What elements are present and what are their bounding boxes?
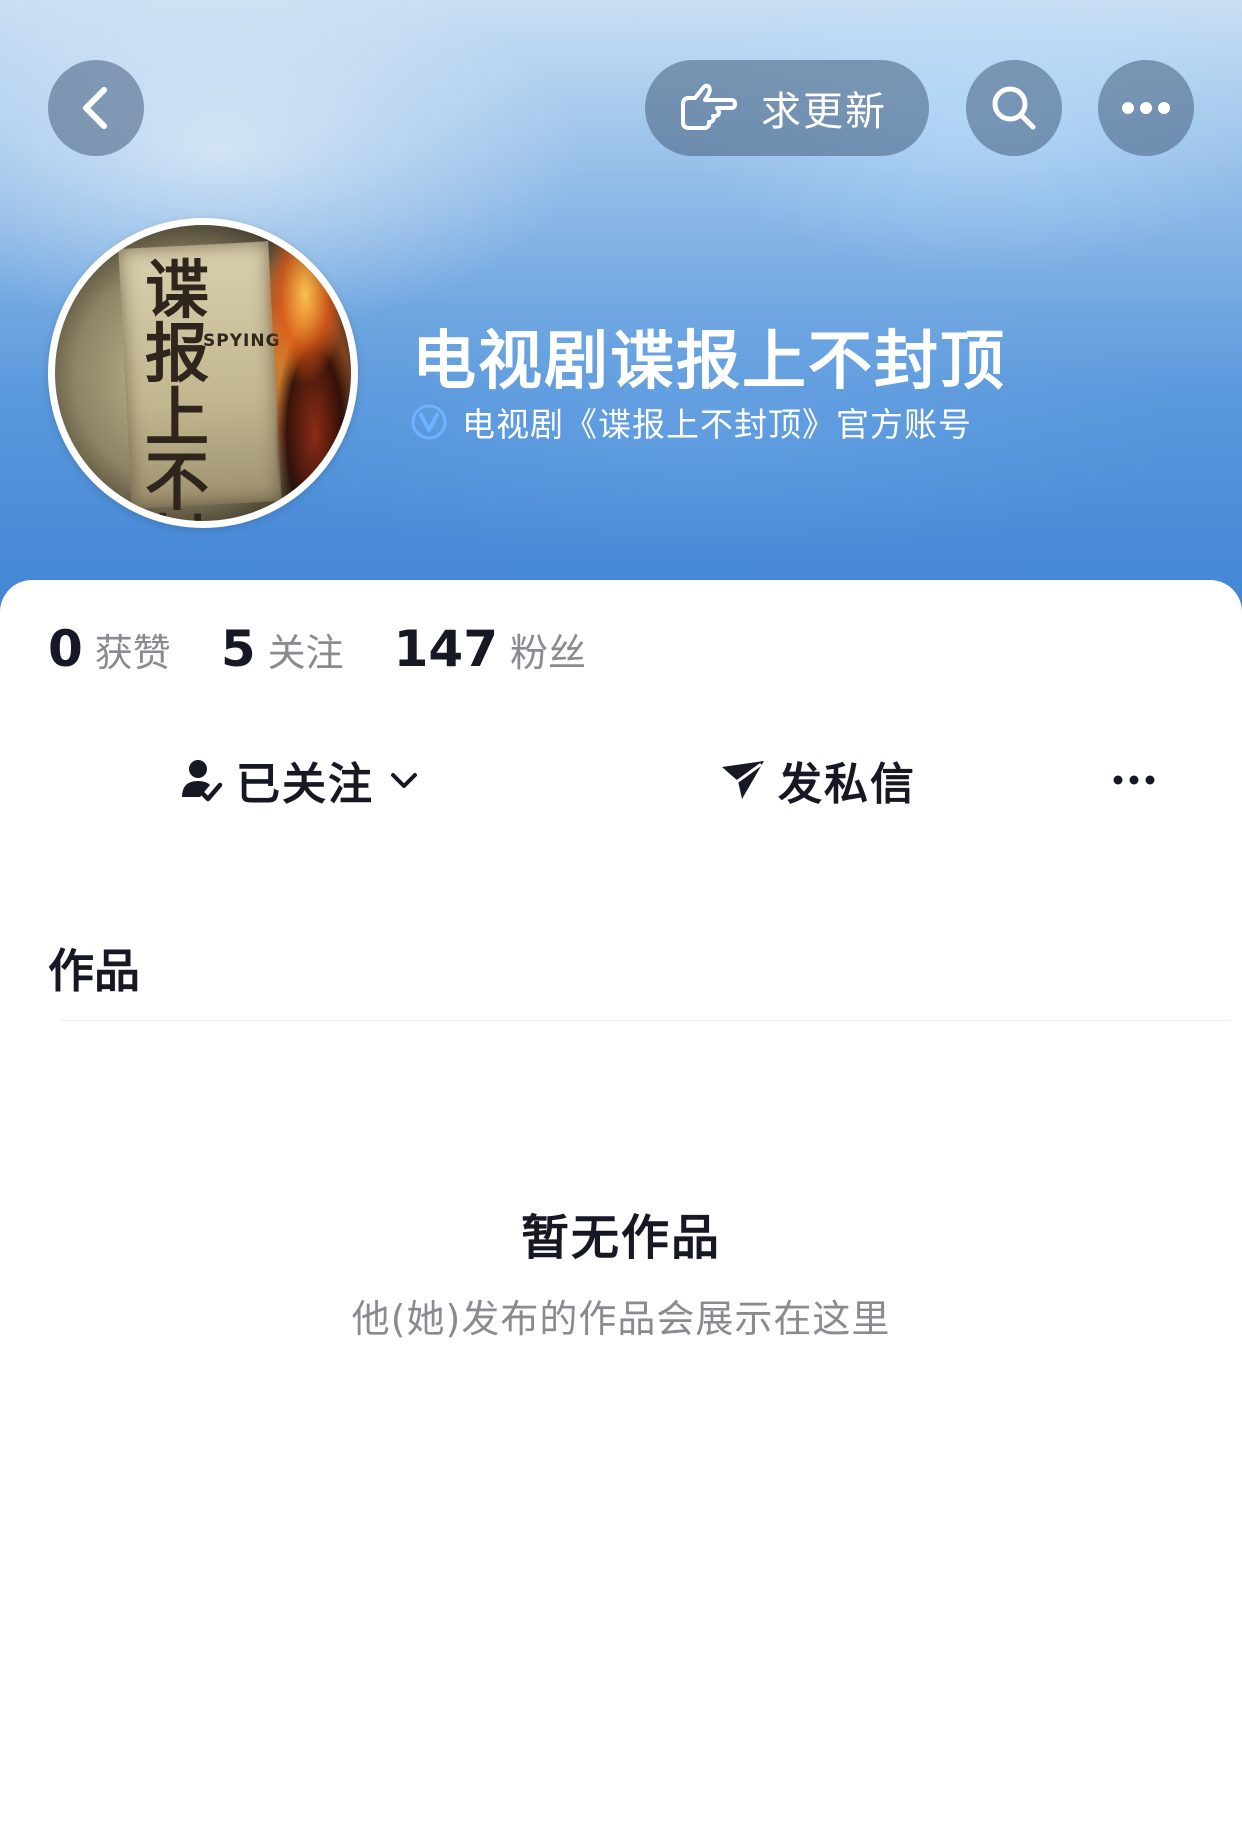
user-check-icon bbox=[182, 760, 223, 802]
profile-name: 电视剧谍报上不封顶 bbox=[412, 325, 1006, 399]
followed-label: 已关注 bbox=[236, 759, 374, 810]
search-icon bbox=[992, 86, 1036, 130]
pointing-hand-icon bbox=[675, 80, 741, 136]
stat-following-label: 关注 bbox=[267, 631, 344, 675]
avatar-image: 谍报上不封顶 SPYING bbox=[55, 225, 351, 521]
request-update-label: 求更新 bbox=[761, 89, 887, 135]
verification-text: 电视剧《谍报上不封顶》官方账号 bbox=[462, 405, 972, 444]
profile-actions: 已关注 发私信 bbox=[0, 740, 1242, 820]
profile-content-card: 0 获赞 5 关注 147 粉丝 已关注 发私信 作品 暂无作品 他(她)发布的… bbox=[0, 580, 1242, 1834]
stat-likes[interactable]: 0 获赞 bbox=[48, 620, 171, 678]
request-update-button[interactable]: 求更新 bbox=[645, 60, 929, 156]
followed-button[interactable]: 已关注 bbox=[178, 740, 420, 820]
empty-state-title: 暂无作品 bbox=[520, 1210, 721, 1266]
send-icon bbox=[722, 761, 764, 799]
more-dots-icon bbox=[1122, 102, 1170, 114]
empty-state-subtitle: 他(她)发布的作品会展示在这里 bbox=[351, 1297, 891, 1341]
tab-divider bbox=[60, 1020, 1230, 1021]
stat-following-value: 5 bbox=[220, 620, 256, 678]
action-more-button[interactable] bbox=[1112, 740, 1156, 820]
stat-followers-value: 147 bbox=[393, 620, 498, 678]
avatar-poster-text: 谍报上不封顶 bbox=[145, 253, 209, 522]
avatar[interactable]: 谍报上不封顶 SPYING bbox=[48, 218, 358, 528]
chevron-left-icon bbox=[83, 87, 107, 129]
verification-row: 电视剧《谍报上不封顶》官方账号 bbox=[410, 398, 972, 446]
profile-page: 求更新 谍报上不封顶 SPYING 电视剧谍报上不封顶 bbox=[0, 0, 1242, 1834]
back-button[interactable] bbox=[48, 60, 144, 156]
stat-following[interactable]: 5 关注 bbox=[221, 620, 344, 678]
send-message-button[interactable]: 发私信 bbox=[720, 740, 916, 820]
stat-likes-value: 0 bbox=[48, 620, 83, 678]
search-button[interactable] bbox=[966, 60, 1062, 156]
stat-followers[interactable]: 147 粉丝 bbox=[394, 620, 586, 678]
poster-flame bbox=[255, 235, 351, 515]
more-dots-icon bbox=[1113, 775, 1155, 785]
tab-works[interactable]: 作品 bbox=[48, 935, 140, 1001]
stats-row: 0 获赞 5 关注 147 粉丝 bbox=[48, 620, 636, 678]
stat-followers-label: 粉丝 bbox=[510, 631, 587, 675]
more-options-button[interactable] bbox=[1098, 60, 1194, 156]
verified-v-icon bbox=[411, 404, 447, 440]
chevron-down-icon bbox=[391, 773, 417, 788]
stat-likes-label: 获赞 bbox=[94, 631, 171, 675]
profile-banner: 求更新 谍报上不封顶 SPYING 电视剧谍报上不封顶 bbox=[0, 0, 1242, 640]
send-message-label: 发私信 bbox=[778, 759, 916, 810]
